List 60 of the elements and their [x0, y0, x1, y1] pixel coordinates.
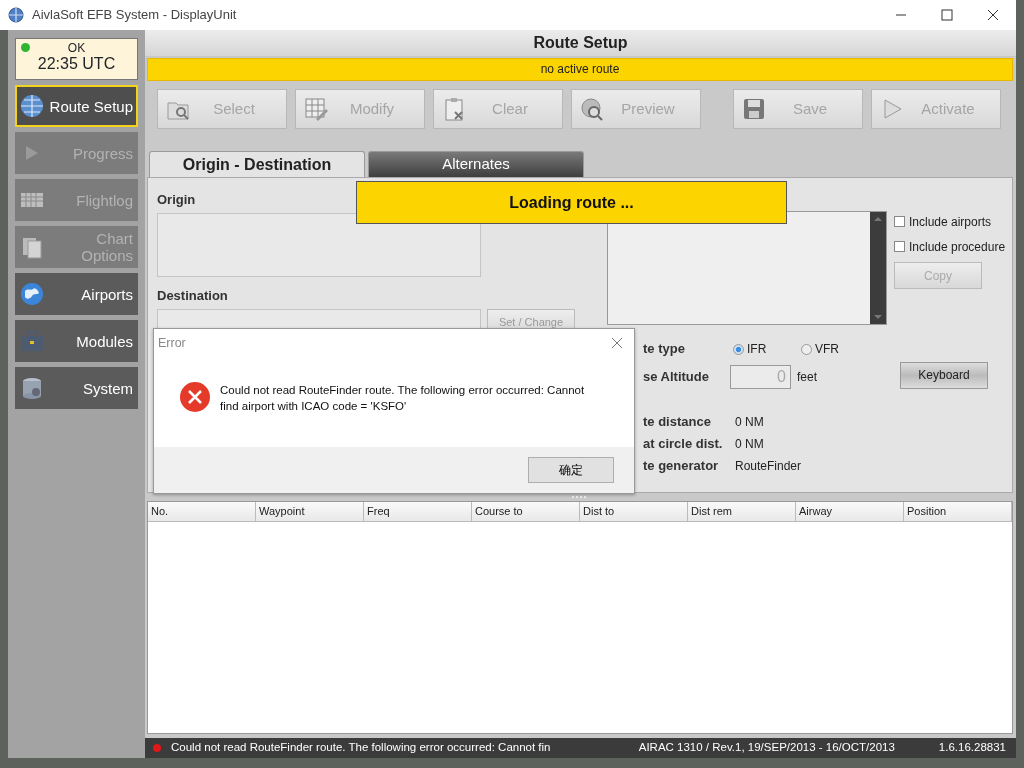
info-label: te distance: [643, 413, 712, 432]
error-message: Could not read RouteFinder route. The following error occurred: Cannot find airport with ICAO code = 'KSFO': [220, 383, 586, 414]
documents-icon: [20, 235, 44, 259]
globe-icon: [20, 282, 44, 306]
briefcase-icon: [20, 329, 44, 353]
nav-button[interactable]: Route Setup: [15, 85, 138, 127]
info-value: 0 NM: [735, 414, 764, 431]
nav-button[interactable]: System: [15, 367, 138, 409]
destination-label: Destination: [157, 286, 228, 305]
version-label: 1.6.16.28831: [938, 740, 1006, 756]
column-header[interactable]: Airway: [796, 502, 904, 521]
globe-icon: [8, 7, 24, 23]
scrollbar[interactable]: [870, 212, 886, 324]
altitude-label: se Altitude: [643, 368, 710, 387]
column-header[interactable]: Waypoint: [256, 502, 364, 521]
clipboard-icon: [442, 97, 466, 121]
unit-label: feet: [797, 369, 817, 386]
tab[interactable]: Origin - Destination: [149, 151, 365, 177]
error-icon: [180, 382, 210, 412]
route-type-label: te type: [643, 340, 686, 359]
column-header[interactable]: Dist to: [580, 502, 688, 521]
radio-option[interactable]: IFR: [733, 340, 801, 358]
tab[interactable]: Alternates: [368, 151, 584, 177]
globe-icon: [20, 94, 44, 118]
checkbox-option[interactable]: Include procedure: [894, 234, 1006, 259]
radio-option[interactable]: VFR: [801, 340, 869, 358]
globe-search-icon: [580, 97, 604, 121]
info-value: 0 NM: [735, 436, 764, 453]
info-label: at circle dist.: [643, 435, 724, 454]
dialog-title: Error: [158, 335, 186, 352]
grid-edit-icon: [304, 97, 328, 121]
info-label: te generator: [643, 457, 720, 476]
ok-button[interactable]: 确定: [528, 457, 614, 483]
status-text: OK: [67, 40, 86, 55]
route-listbox[interactable]: [607, 211, 887, 325]
nav-button[interactable]: Modules: [15, 320, 138, 362]
origin-label: Origin: [157, 191, 196, 209]
maximize-icon: [941, 9, 953, 21]
nav-button[interactable]: Airports: [15, 273, 138, 315]
window-title: AivlaSoft EFB System - DisplayUnit: [32, 6, 237, 25]
close-icon: [987, 9, 999, 21]
utc-time: 22:35 UTC: [37, 55, 116, 73]
splitter-handle[interactable]: [572, 495, 588, 499]
loading-banner: Loading route ...: [356, 181, 787, 224]
column-header[interactable]: Dist rem: [688, 502, 796, 521]
info-value: RouteFinder: [735, 458, 802, 475]
route-status-bar: no active route: [147, 58, 1013, 81]
keyboard-button[interactable]: Keyboard: [900, 361, 988, 389]
checkbox-option[interactable]: Include airports: [894, 209, 1006, 234]
close-icon: [611, 337, 623, 349]
page-title: Route Setup: [145, 30, 1016, 56]
column-header[interactable]: Course to: [472, 502, 580, 521]
column-header[interactable]: Freq: [364, 502, 472, 521]
column-header[interactable]: No.: [148, 502, 256, 521]
database-icon: [20, 376, 44, 400]
origin-field[interactable]: [157, 212, 481, 277]
floppy-icon: [742, 97, 766, 121]
airac-info: AIRAC 1310 / Rev.1, 19/SEP/2013 - 16/OCT/2013: [638, 740, 895, 756]
column-header[interactable]: Position: [904, 502, 1012, 521]
status-message: Could not read RouteFinder route. The following error occurred: Cannot fin: [171, 740, 551, 756]
